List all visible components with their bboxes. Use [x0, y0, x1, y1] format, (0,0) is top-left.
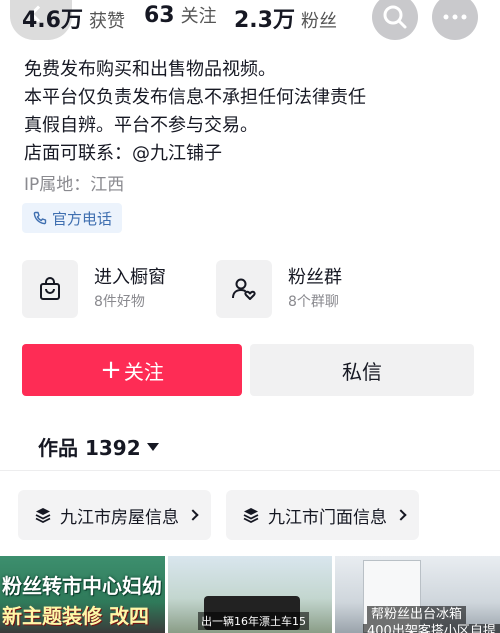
shop-window-subtitle: 8件好物: [94, 294, 145, 310]
collection-label: 九江市门面信息: [268, 507, 387, 528]
following-count: 63: [144, 3, 175, 28]
tab-works[interactable]: 作品 1392: [38, 432, 159, 461]
official-phone-button[interactable]: 官方电话: [22, 203, 123, 233]
video-thumbnail[interactable]: 出一辆16年漂土车15: [168, 556, 332, 633]
followers-stat[interactable]: 2.3万 粉丝: [234, 2, 337, 34]
fan-group-title: 粉丝群: [288, 267, 342, 288]
phone-icon: [33, 211, 47, 225]
video-thumbnail[interactable]: 帮粉丝出台冰箱 400出架客搭小区自提: [335, 556, 500, 633]
fan-group-icon: [232, 278, 256, 300]
fan-group-card[interactable]: 粉丝群 8个群聊: [216, 260, 342, 318]
likes-count: 4.6万: [22, 8, 83, 33]
followers-count: 2.3万: [234, 8, 295, 33]
bio-line: 真假自辨。平台不参与交易。: [24, 115, 258, 136]
following-stat[interactable]: 63 关注: [144, 2, 217, 28]
chevron-right-icon: [187, 509, 199, 521]
layers-icon: [35, 508, 51, 524]
follow-label: 关注: [123, 359, 164, 384]
followers-label: 粉丝: [300, 11, 337, 32]
likes-label: 获赞: [88, 11, 125, 32]
plus-icon: +: [100, 355, 122, 385]
shopping-bag-icon: [40, 277, 60, 300]
collection-label: 九江市房屋信息: [60, 507, 179, 528]
video-overlay-text: 粉丝转市中心妇幼: [2, 574, 162, 598]
video-caption: 400出架客搭小区自提: [363, 624, 500, 633]
fan-group-icon-box: [216, 260, 272, 318]
follow-button[interactable]: + 关注: [22, 344, 242, 396]
following-label: 关注: [180, 6, 217, 27]
video-thumbnail[interactable]: 粉丝转市中心妇幼 新主题装修 改四: [0, 556, 165, 633]
video-overlay-text: 新主题装修 改四: [2, 604, 149, 628]
video-caption: 帮粉丝出台冰箱: [367, 606, 467, 624]
shop-window-icon-box: [22, 260, 78, 318]
message-label: 私信: [342, 359, 382, 384]
video-caption: 出一辆16年漂土车15: [198, 612, 309, 630]
works-tab-label: 作品 1392: [38, 436, 141, 460]
collection-storefront-info[interactable]: 九江市门面信息: [226, 490, 419, 540]
chevron-right-icon: [395, 509, 407, 521]
bio-line: 免费发布购买和出售物品视频。: [24, 59, 276, 80]
profile-bio: 免费发布购买和出售物品视频。 本平台仅负责发布信息不承担任何法律责任 真假自辨。…: [24, 56, 366, 168]
bio-line: 本平台仅负责发布信息不承担任何法律责任: [24, 87, 366, 108]
layers-icon: [243, 508, 259, 524]
search-icon: [383, 5, 407, 29]
search-button[interactable]: [372, 0, 418, 40]
divider: [0, 470, 500, 471]
caret-down-icon: [146, 442, 159, 451]
ip-location: IP属地：江西: [24, 175, 125, 195]
collection-house-info[interactable]: 九江市房屋信息: [18, 490, 211, 540]
fan-group-subtitle: 8个群聊: [288, 294, 339, 310]
profile-stats-bar: 4.6万 获赞 63 关注 2.3万 粉丝: [0, 0, 500, 40]
likes-stat: 4.6万 获赞: [22, 2, 125, 34]
official-phone-label: 官方电话: [52, 209, 113, 228]
shop-window-title: 进入橱窗: [94, 267, 166, 288]
more-button[interactable]: [432, 0, 478, 40]
shop-window-card[interactable]: 进入橱窗 8件好物: [22, 260, 166, 318]
more-dots-icon: [443, 14, 467, 20]
bio-line-contact[interactable]: 店面可联系：@九江铺子: [24, 140, 366, 168]
message-button[interactable]: 私信: [250, 344, 474, 396]
